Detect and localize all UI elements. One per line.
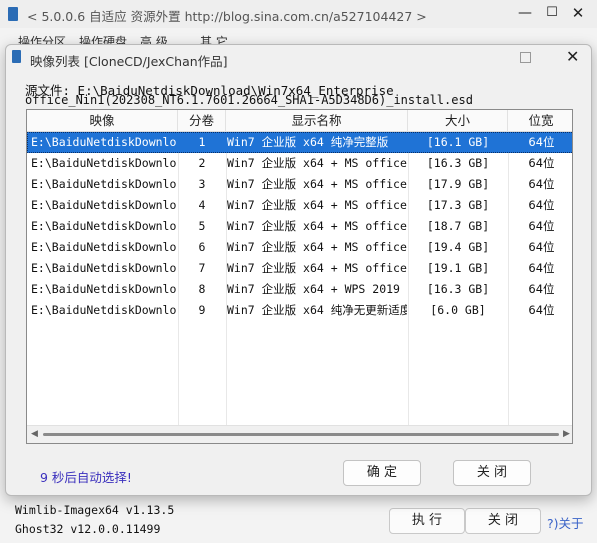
- maximize-icon[interactable]: ☐: [542, 4, 562, 22]
- about-link[interactable]: ?)关于: [547, 513, 584, 532]
- cell-display-name: Win7 企业版 x64 + MS office2007: [227, 177, 407, 191]
- table-row[interactable]: E:\BaiduNetdiskDownload\ 1 Win7 企业版 x64 …: [27, 132, 572, 153]
- table-header: 映像 分卷 显示名称 大小 位宽: [27, 110, 572, 132]
- app-icon: [8, 7, 18, 21]
- column-header-size[interactable]: 大小: [408, 110, 508, 132]
- cell-bits: 64位: [528, 177, 555, 191]
- confirm-button[interactable]: 确 定: [343, 460, 421, 486]
- source-file-path: office_Nin1(202308_NT6.1.7601.26664_SHA1…: [25, 93, 473, 107]
- cell-bits: 64位: [528, 198, 555, 212]
- cell-size: [18.7 GB]: [426, 219, 490, 233]
- cell-bits: 64位: [528, 303, 555, 317]
- minimize-icon[interactable]: —: [515, 4, 535, 22]
- cell-volume: 5: [198, 219, 206, 233]
- cell-image-path: E:\BaiduNetdiskDownload\: [31, 198, 177, 212]
- scrollbar-thumb[interactable]: [43, 433, 559, 436]
- image-table[interactable]: 映像 分卷 显示名称 大小 位宽 E:\BaiduNetdiskDownload…: [26, 109, 573, 444]
- cell-image-path: E:\BaiduNetdiskDownload\: [31, 303, 177, 317]
- cell-display-name: Win7 企业版 x64 + MS office2010: [227, 219, 407, 233]
- cell-bits: 64位: [528, 261, 555, 275]
- cell-image-path: E:\BaiduNetdiskDownload\: [31, 135, 177, 149]
- cell-bits: 64位: [528, 282, 555, 296]
- cell-size: [16.1 GB]: [426, 135, 490, 149]
- dialog-maximize-icon[interactable]: [520, 52, 531, 63]
- column-header-bits[interactable]: 位宽: [508, 110, 572, 132]
- cell-image-path: E:\BaiduNetdiskDownload\: [31, 156, 177, 170]
- table-row[interactable]: E:\BaiduNetdiskDownload\ 8 Win7 企业版 x64 …: [27, 279, 572, 300]
- cell-bits: 64位: [528, 135, 555, 149]
- cell-display-name: Win7 企业版 x64 + MS office2016: [227, 261, 407, 275]
- cell-display-name: Win7 企业版 x64 + MS office2013: [227, 240, 407, 254]
- cell-display-name: Win7 企业版 x64 + WPS 2019: [227, 282, 400, 296]
- cell-size: [19.4 GB]: [426, 240, 490, 254]
- cell-display-name: Win7 企业版 x64 + MS office2007: [227, 156, 407, 170]
- main-menubar: 操作分区 操作硬盘 高 级 其 它: [0, 28, 597, 44]
- dialog-close-button[interactable]: 关 闭: [453, 460, 531, 486]
- scroll-right-icon[interactable]: ▶: [563, 429, 570, 439]
- menu-item-other[interactable]: 其 它: [200, 33, 228, 44]
- cell-size: [16.3 GB]: [426, 282, 490, 296]
- dialog-app-icon: [12, 50, 21, 63]
- cell-volume: 1: [198, 135, 206, 149]
- cell-image-path: E:\BaiduNetdiskDownload\: [31, 240, 177, 254]
- cell-size: [17.9 GB]: [426, 177, 490, 191]
- cell-display-name: Win7 企业版 x64 纯净完整版: [227, 135, 389, 149]
- horizontal-scrollbar[interactable]: ◀ ▶: [27, 425, 572, 443]
- cell-image-path: E:\BaiduNetdiskDownload\: [31, 219, 177, 233]
- column-header-display-name[interactable]: 显示名称: [226, 110, 408, 132]
- table-row[interactable]: E:\BaiduNetdiskDownload\ 6 Win7 企业版 x64 …: [27, 237, 572, 258]
- column-header-image[interactable]: 映像: [27, 110, 178, 132]
- main-titlebar: < 5.0.0.6 自适应 资源外置 http://blog.sina.com.…: [0, 0, 597, 28]
- cell-volume: 2: [198, 156, 206, 170]
- run-button[interactable]: 执 行: [389, 508, 465, 534]
- cell-bits: 64位: [528, 240, 555, 254]
- menu-item-partition[interactable]: 操作分区: [18, 33, 66, 44]
- countdown-text: 9 秒后自动选择!: [40, 470, 132, 485]
- table-row[interactable]: E:\BaiduNetdiskDownload\ 7 Win7 企业版 x64 …: [27, 258, 572, 279]
- column-header-volume[interactable]: 分卷: [178, 110, 226, 132]
- cell-image-path: E:\BaiduNetdiskDownload\: [31, 177, 177, 191]
- ghost-version-text: Ghost32 v12.0.0.11499: [15, 522, 161, 536]
- cell-volume: 6: [198, 240, 206, 254]
- table-row[interactable]: E:\BaiduNetdiskDownload\ 4 Win7 企业版 x64 …: [27, 195, 572, 216]
- cell-volume: 3: [198, 177, 206, 191]
- menu-item-advanced[interactable]: 高 级: [140, 33, 168, 44]
- table-row[interactable]: E:\BaiduNetdiskDownload\ 9 Win7 企业版 x64 …: [27, 300, 572, 321]
- menu-item-disk[interactable]: 操作硬盘: [79, 33, 127, 44]
- close-icon[interactable]: ✕: [568, 4, 588, 22]
- cell-display-name: Win7 企业版 x64 + MS office2010: [227, 198, 407, 212]
- cell-display-name: Win7 企业版 x64 纯净无更新适度: [227, 303, 407, 317]
- image-list-dialog: 映像列表 [CloneCD/JexChan作品] ✕ 源文件: E:\Baidu…: [5, 44, 592, 496]
- dialog-close-icon[interactable]: ✕: [566, 47, 579, 66]
- cell-volume: 8: [198, 282, 206, 296]
- cell-bits: 64位: [528, 219, 555, 233]
- cell-size: [6.0 GB]: [430, 303, 486, 317]
- cell-image-path: E:\BaiduNetdiskDownload\: [31, 261, 177, 275]
- dialog-title: 映像列表 [CloneCD/JexChan作品]: [30, 54, 228, 69]
- table-row[interactable]: E:\BaiduNetdiskDownload\ 2 Win7 企业版 x64 …: [27, 153, 572, 174]
- dialog-titlebar: 映像列表 [CloneCD/JexChan作品] ✕: [6, 45, 591, 71]
- main-window-title: < 5.0.0.6 自适应 资源外置 http://blog.sina.com.…: [27, 9, 427, 24]
- cell-volume: 9: [198, 303, 206, 317]
- cell-size: [19.1 GB]: [426, 261, 490, 275]
- main-close-button[interactable]: 关 闭: [465, 508, 541, 534]
- cell-size: [17.3 GB]: [426, 198, 490, 212]
- cell-volume: 4: [198, 198, 206, 212]
- cell-size: [16.3 GB]: [426, 156, 490, 170]
- scroll-left-icon[interactable]: ◀: [31, 429, 38, 439]
- cell-volume: 7: [198, 261, 206, 275]
- wimlib-version-text: Wimlib-Imagex64 v1.13.5: [15, 503, 175, 517]
- cell-bits: 64位: [528, 156, 555, 170]
- cell-image-path: E:\BaiduNetdiskDownload\: [31, 282, 177, 296]
- table-row[interactable]: E:\BaiduNetdiskDownload\ 5 Win7 企业版 x64 …: [27, 216, 572, 237]
- table-row[interactable]: E:\BaiduNetdiskDownload\ 3 Win7 企业版 x64 …: [27, 174, 572, 195]
